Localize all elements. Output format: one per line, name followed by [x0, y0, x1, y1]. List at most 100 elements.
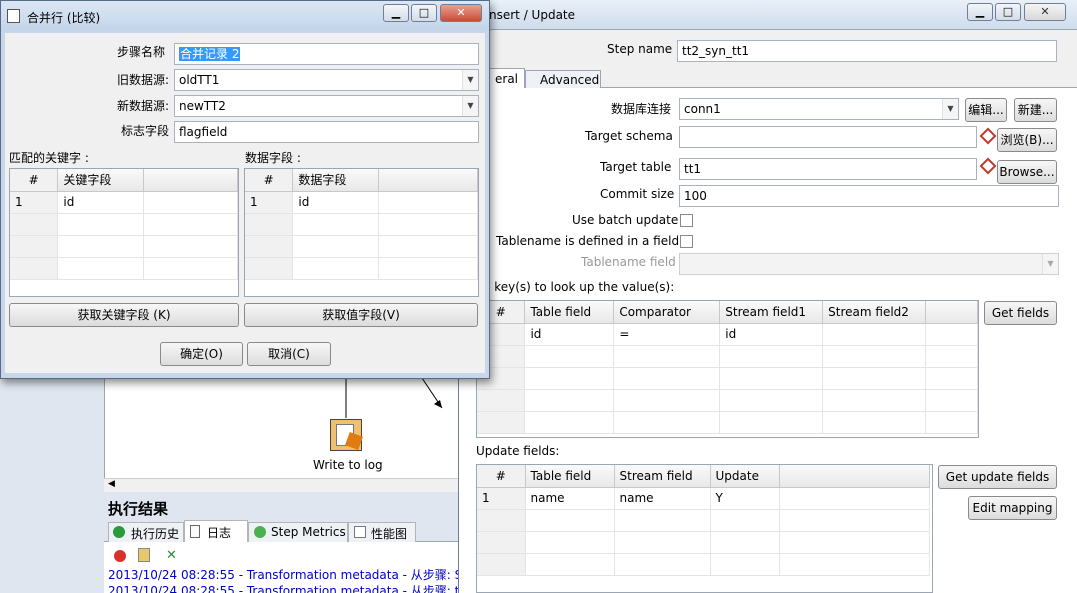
ok-button[interactable]: 确定(O): [160, 342, 243, 366]
lookup-keys-label: e key(s) to look up the value(s):: [483, 280, 675, 294]
get-key-fields-button[interactable]: 获取关键字段 (K): [9, 303, 239, 327]
connection-label: 数据库连接: [611, 102, 672, 116]
maximize-button[interactable]: □: [411, 4, 437, 22]
chart-icon: [354, 526, 366, 538]
data-cell[interactable]: id: [292, 191, 380, 214]
table-row: [477, 531, 930, 554]
lookup-col-stream-field1: Stream field1: [719, 301, 824, 324]
key-col-index: #: [10, 169, 59, 192]
table-row: [245, 235, 478, 258]
lookup-col-comparator: Comparator: [613, 301, 721, 324]
settings-icon[interactable]: ✕: [166, 548, 177, 563]
update-cell[interactable]: name: [614, 487, 711, 510]
key-fields-table[interactable]: # 关键字段 1 id: [9, 168, 239, 297]
edit-connection-button[interactable]: 编辑...: [965, 98, 1007, 122]
stop-icon[interactable]: [114, 550, 126, 562]
step-name-field[interactable]: 合并记录 2: [174, 43, 479, 65]
table-row[interactable]: 1 id: [245, 191, 478, 214]
chevron-down-icon: ▼: [1042, 254, 1058, 274]
chevron-down-icon[interactable]: ▼: [462, 70, 478, 90]
connection-value: conn1: [684, 102, 721, 116]
old-source-combo[interactable]: oldTT1 ▼: [174, 69, 479, 91]
connection-combo[interactable]: conn1 ▼: [679, 98, 959, 120]
main-titlebar: nsert / Update ▁ □ ✕: [459, 0, 1077, 30]
merge-dialog-icon: [7, 9, 20, 23]
get-update-fields-button[interactable]: Get update fields: [938, 465, 1057, 489]
log-line: 2013/10/24 08:28:55 - Transformation met…: [108, 568, 460, 582]
lookup-keys-table[interactable]: # Table field Comparator Stream field1 S…: [476, 300, 979, 438]
get-value-fields-button[interactable]: 获取值字段(V): [244, 303, 478, 327]
minimize-button[interactable]: ▁: [967, 3, 993, 21]
browse-table-button[interactable]: Browse...: [997, 160, 1057, 184]
step-name-field[interactable]: tt2_syn_tt1: [677, 40, 1057, 62]
table-row: [10, 257, 238, 280]
data-fields-label: 数据字段 :: [245, 151, 301, 165]
flag-field-input[interactable]: flagfield: [174, 121, 479, 143]
table-row: [477, 367, 978, 390]
canvas-scrollbar[interactable]: ◀: [104, 478, 460, 492]
write-to-log-icon[interactable]: [330, 419, 363, 451]
commit-size-label: Commit size: [600, 187, 675, 201]
tab-history[interactable]: 执行历史: [108, 522, 184, 542]
step-name-label: 步骤名称: [117, 45, 166, 59]
close-button[interactable]: ✕: [440, 4, 482, 22]
target-table-field[interactable]: tt1: [679, 158, 977, 180]
log-line: 2013/10/24 08:28:55 - Transformation met…: [108, 584, 460, 593]
new-source-value: newTT2: [179, 99, 226, 113]
table-row: [477, 389, 978, 412]
target-schema-field[interactable]: [679, 126, 977, 148]
tab-log-label: 日志: [207, 526, 232, 540]
tab-advanced-label: Advanced: [540, 73, 600, 87]
log-icon: [190, 525, 200, 538]
chevron-down-icon[interactable]: ▼: [462, 96, 478, 116]
table-row: [10, 213, 238, 236]
commit-size-field[interactable]: 100: [679, 185, 1059, 207]
key-cell[interactable]: id: [57, 191, 145, 214]
lookup-cell[interactable]: id: [524, 323, 615, 346]
update-col-update: Update: [710, 465, 780, 488]
lookup-cell[interactable]: [822, 323, 927, 346]
clear-log-icon[interactable]: [138, 548, 150, 562]
update-cell[interactable]: name: [525, 487, 615, 510]
lookup-cell[interactable]: =: [613, 323, 721, 346]
minimize-button[interactable]: ▁: [383, 4, 409, 22]
old-source-value: oldTT1: [179, 73, 220, 87]
new-connection-button[interactable]: 新建...: [1014, 98, 1057, 122]
table-row[interactable]: id = id: [477, 323, 978, 346]
get-fields-button[interactable]: Get fields: [984, 301, 1057, 325]
hop-lines: [345, 377, 443, 418]
maximize-button[interactable]: □: [995, 3, 1021, 21]
step-name-label: Step name: [607, 42, 673, 56]
tab-log[interactable]: 日志: [184, 520, 248, 542]
target-schema-label: Target schema: [585, 129, 673, 143]
browse-schema-button[interactable]: 浏览(B)...: [997, 128, 1057, 152]
data-fields-table[interactable]: # 数据字段 1 id: [244, 168, 479, 297]
tablename-in-field-checkbox[interactable]: [680, 235, 693, 248]
table-row[interactable]: 1 name name Y: [477, 487, 930, 510]
main-title: nsert / Update: [489, 8, 576, 22]
tab-performance-label: 性能图: [371, 527, 408, 541]
new-source-combo[interactable]: newTT2 ▼: [174, 95, 479, 117]
table-row: [10, 235, 238, 258]
merge-content: 步骤名称 合并记录 2 旧数据源: oldTT1 ▼ 新数据源: newTT2 …: [5, 33, 485, 373]
scroll-left-icon[interactable]: ◀: [108, 479, 115, 489]
update-fields-table[interactable]: # Table field Stream field Update 1 name…: [476, 464, 933, 593]
update-cell[interactable]: Y: [710, 487, 780, 510]
lookup-cell[interactable]: id: [719, 323, 824, 346]
cancel-button[interactable]: 取消(C): [247, 342, 331, 366]
metrics-icon: [254, 526, 266, 538]
table-row: [477, 553, 930, 576]
update-cell: 1: [477, 487, 526, 510]
chevron-down-icon[interactable]: ▼: [942, 99, 958, 119]
results-tabbar: 执行历史 日志 Step Metrics 性能图: [104, 520, 460, 542]
data-col-field: 数据字段: [292, 169, 380, 192]
use-batch-update-checkbox[interactable]: [680, 214, 693, 227]
tab-step-metrics[interactable]: Step Metrics: [248, 522, 348, 542]
close-button[interactable]: ✕: [1024, 3, 1066, 21]
key-col-field: 关键字段: [57, 169, 145, 192]
use-batch-update-label: Use batch update: [572, 213, 679, 227]
table-row[interactable]: 1 id: [10, 191, 238, 214]
tab-advanced[interactable]: Advanced: [525, 70, 601, 89]
tab-performance[interactable]: 性能图: [348, 522, 416, 542]
edit-mapping-button[interactable]: Edit mapping: [968, 496, 1057, 520]
